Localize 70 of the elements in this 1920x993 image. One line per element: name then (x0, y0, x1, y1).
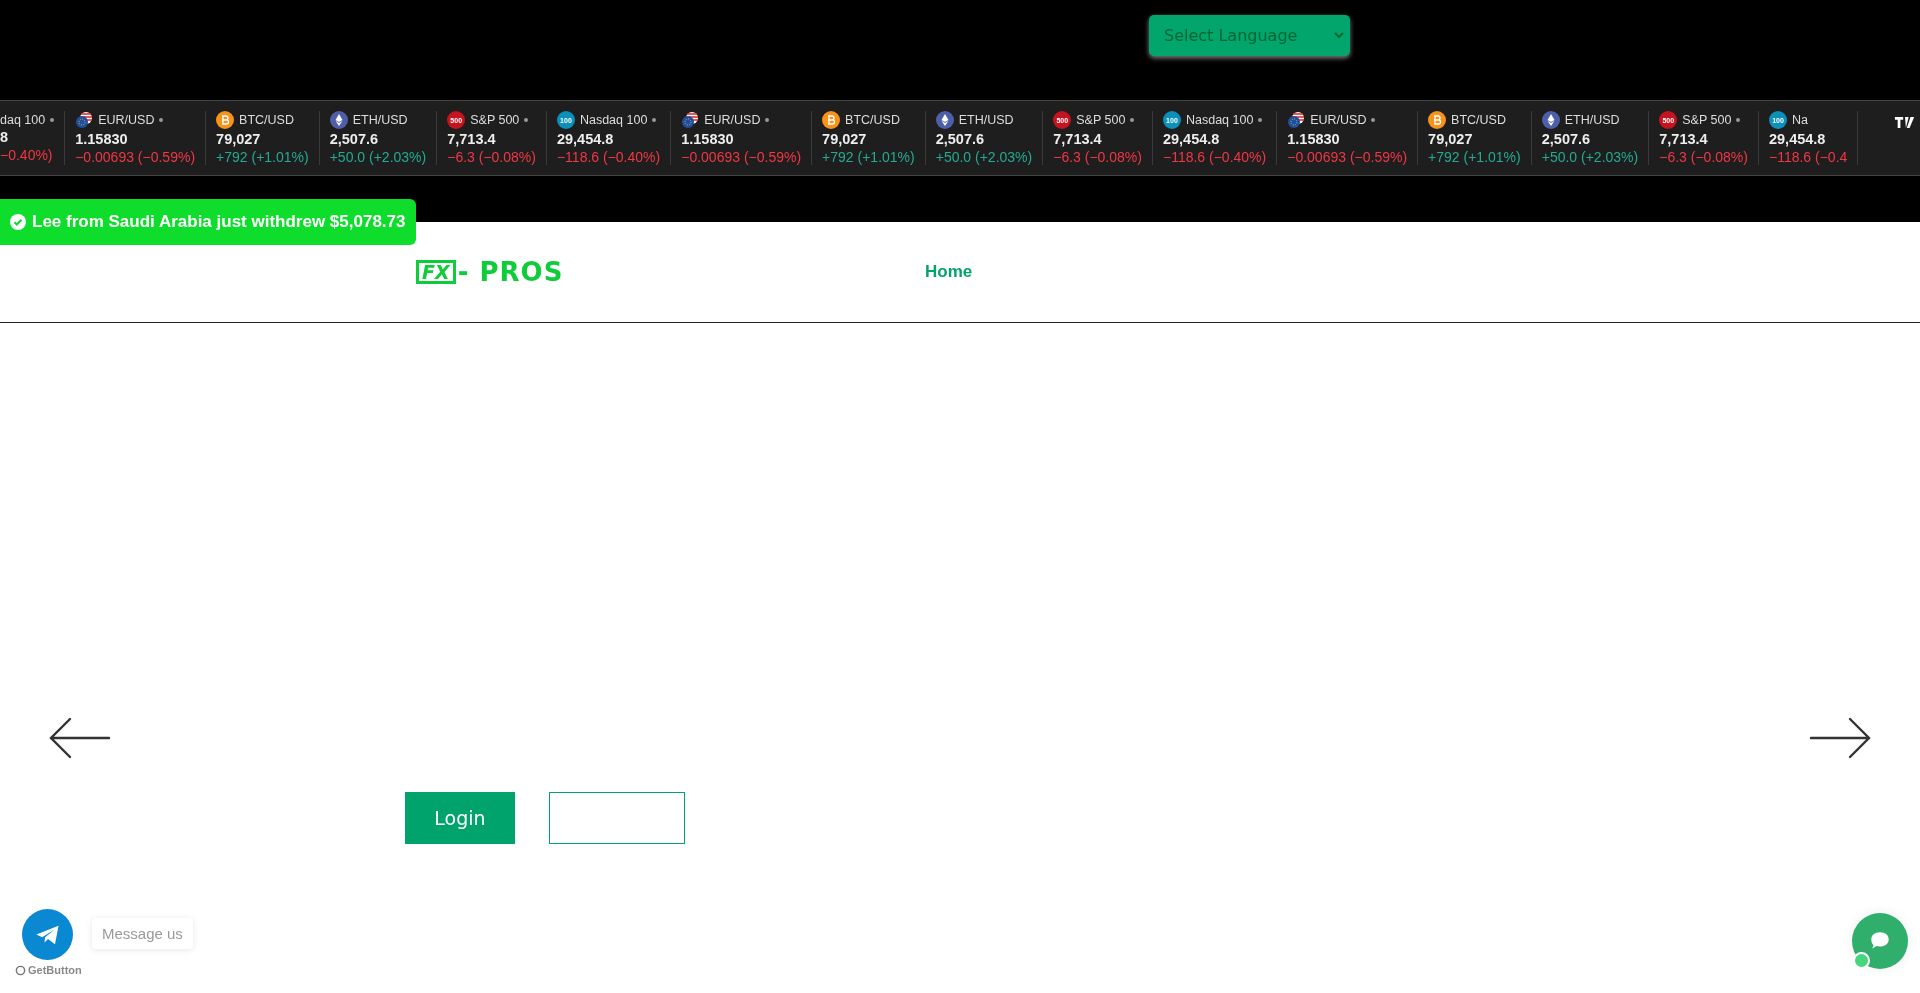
price-change: −6.3 (−0.08%) (447, 149, 536, 165)
price-change: +792 (+1.01%) (822, 149, 915, 165)
price-value: 1.15830 (75, 131, 129, 147)
ethereum-icon (935, 111, 954, 129)
price-change: +50.0 (+2.03%) (329, 149, 427, 165)
online-dot (1853, 952, 1870, 969)
price-change: −118.6 (−0.4 (1768, 149, 1848, 165)
price-value: 1.15830 (1287, 131, 1341, 147)
outline-button[interactable] (549, 792, 685, 844)
price-value: 7,713.4 (447, 131, 497, 147)
price-change: +792 (+1.01%) (216, 149, 309, 165)
symbol-name[interactable]: ETH/USD (1564, 113, 1620, 127)
price-value: 8 (0, 129, 9, 145)
price-value: 79,027 (1428, 131, 1474, 147)
chevron-down-icon (1334, 32, 1344, 39)
price-value: 7,713.4 (1659, 131, 1709, 147)
logo-icon[interactable] (1894, 115, 1916, 130)
price-change: +50.0 (+2.03%) (935, 149, 1033, 165)
price-change: −6.3 (−0.08%) (1659, 149, 1748, 165)
arrow-right-icon[interactable] (1809, 717, 1871, 759)
credit-text: GetButton (28, 964, 82, 976)
symbol-name[interactable]: EUR/USD (704, 113, 761, 127)
price-value: 1.15830 (681, 131, 735, 147)
ethereum-icon (329, 111, 348, 129)
price-change: −0.00693 (−0.59%) (75, 149, 196, 165)
check-circle-icon (10, 214, 26, 230)
getbutton-credit[interactable]: GetButton (15, 964, 82, 976)
symbol-name[interactable]: S&P 500 (1682, 113, 1732, 127)
bitcoin-icon (216, 111, 235, 129)
price-change: −6.3 (−0.08%) (1053, 149, 1142, 165)
symbol-name[interactable]: S&P 500 (470, 113, 520, 127)
bitcoin-icon (822, 111, 841, 129)
flag-icon (681, 111, 700, 129)
notification-text: Lee from Saudi Arabia just withdrew $5,078.73 (32, 212, 406, 232)
price-change: −0.40%) (0, 147, 53, 163)
price-change: −118.6 (−0.40%) (1162, 149, 1267, 165)
price-value: 29,454.8 (1162, 131, 1221, 147)
price-value: 29,454.8 (556, 131, 615, 147)
bitcoin-icon (1428, 111, 1447, 129)
ethereum-icon (1541, 111, 1560, 129)
symbol-name[interactable]: daq 100 (0, 113, 46, 127)
symbol-name[interactable]: S&P 500 (1076, 113, 1126, 127)
symbol-name[interactable]: EUR/USD (1310, 113, 1367, 127)
price-value: 2,507.6 (1541, 131, 1592, 147)
symbol-name[interactable]: BTC/USD (845, 113, 900, 127)
symbol-name[interactable]: ETH/USD (352, 113, 408, 127)
getbutton-icon (15, 964, 26, 976)
symbol-name[interactable]: ETH/USD (958, 113, 1014, 127)
price-value: 7,713.4 (1053, 131, 1103, 147)
chat-button[interactable] (1852, 913, 1908, 969)
flag-icon (75, 111, 94, 129)
symbol-name[interactable]: BTC/USD (1451, 113, 1506, 127)
flag-icon (1287, 111, 1306, 129)
price-change: −0.00693 (−0.59%) (681, 149, 802, 165)
symbol-name[interactable]: Na (1791, 113, 1808, 127)
price-change: +50.0 (+2.03%) (1541, 149, 1639, 165)
symbol-name[interactable]: Nasdaq 100 (579, 113, 648, 127)
price-value: 2,507.6 (935, 131, 986, 147)
price-value: 2,507.6 (329, 131, 380, 147)
symbol-name[interactable]: BTC/USD (239, 113, 294, 127)
price-value: 29,454.8 (1768, 131, 1827, 147)
arrow-left-icon[interactable] (49, 717, 111, 759)
price-value: 79,027 (216, 131, 262, 147)
symbol-name[interactable]: Nasdaq 100 (1185, 113, 1254, 127)
telegram-button[interactable] (22, 909, 73, 960)
price-change: +792 (+1.01%) (1428, 149, 1521, 165)
price-value: 79,027 (822, 131, 868, 147)
symbol-name[interactable]: EUR/USD (98, 113, 155, 127)
price-change: −118.6 (−0.40%) (556, 149, 661, 165)
price-change: −0.00693 (−0.59%) (1287, 149, 1408, 165)
